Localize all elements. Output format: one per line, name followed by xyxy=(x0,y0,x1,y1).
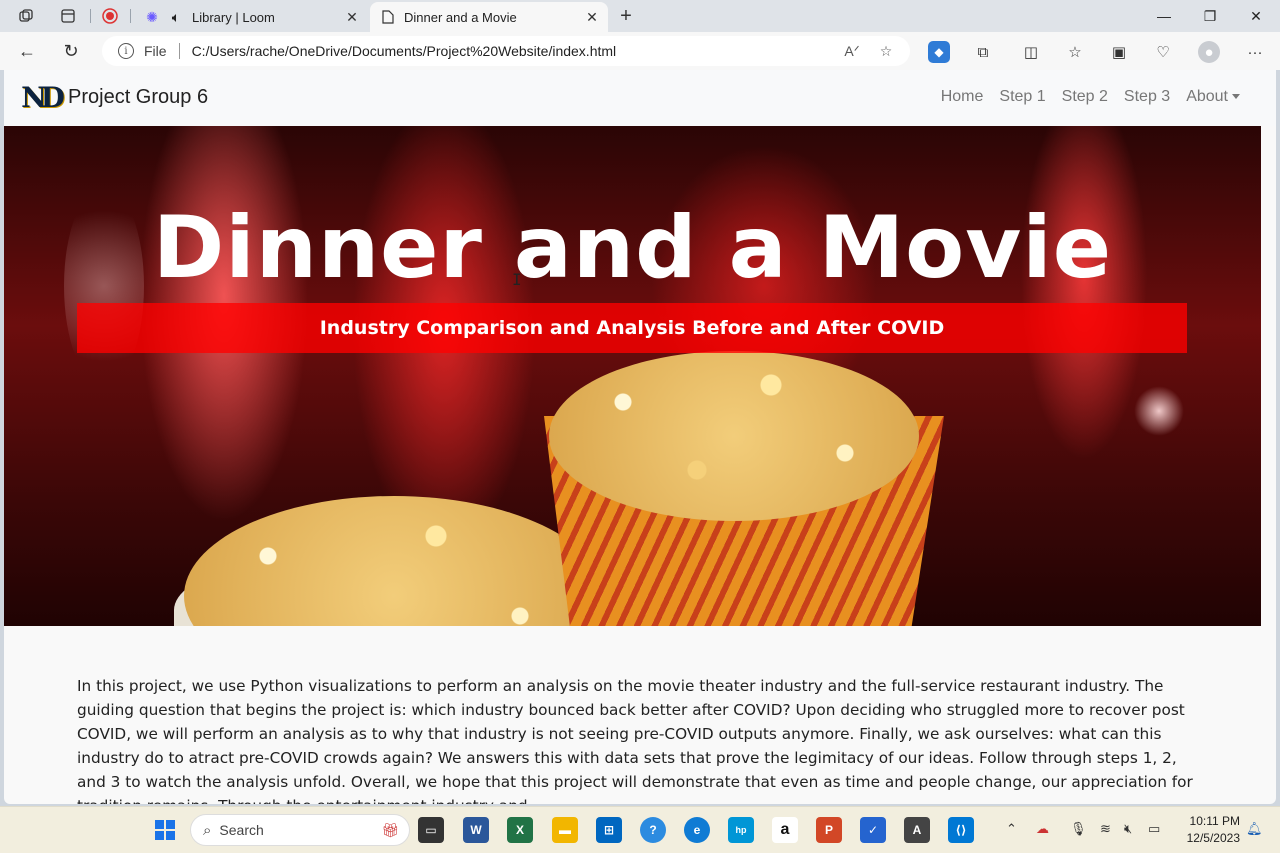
notification-bell-icon[interactable]: 🔔︎ xyxy=(1246,821,1263,837)
nav-step-2[interactable]: Step 2 xyxy=(1062,88,1108,106)
wifi-icon[interactable]: ≋ xyxy=(1100,821,1111,837)
tab-title: Dinner and a Movie xyxy=(404,9,517,25)
theater-light xyxy=(1134,386,1184,436)
page-icon xyxy=(380,9,396,25)
edge-icon[interactable]: e xyxy=(684,817,710,843)
vscode-icon[interactable]: ⟨⟩ xyxy=(948,817,974,843)
url-text[interactable]: C:/Users/rache/OneDrive/Documents/Projec… xyxy=(192,43,842,59)
clock-date: 12/5/2023 xyxy=(1186,831,1240,845)
hero-subtitle: Industry Comparison and Analysis Before … xyxy=(319,317,945,339)
myhp-icon[interactable]: hp xyxy=(728,817,754,843)
windows-taskbar: ⌕ Search 🎁︎ ▭ W X ▬ ⊞ ? e hp a P ✓ A ⟨⟩ … xyxy=(0,806,1280,853)
taskbar-search[interactable]: ⌕ Search 🎁︎ xyxy=(190,814,410,846)
caret-down-icon xyxy=(1232,94,1240,100)
collections-icon[interactable]: ▣ xyxy=(1108,41,1130,63)
new-tab-icon[interactable]: + xyxy=(616,5,636,27)
tab-strip: ✺ 🔈︎ Library | Loom ✕ Dinner and a Movie… xyxy=(0,0,1280,32)
help-icon[interactable]: ? xyxy=(640,817,666,843)
powerpoint-icon[interactable]: P xyxy=(816,817,842,843)
close-icon[interactable]: ✕ xyxy=(582,9,602,26)
page-viewport: ND Project Group 6 Home Step 1 Step 2 St… xyxy=(4,70,1276,804)
word-icon[interactable]: W xyxy=(463,817,489,843)
popcorn-image xyxy=(549,351,919,521)
loom-icon: ✺ xyxy=(146,8,158,25)
refresh-icon[interactable]: ↻ xyxy=(58,39,84,63)
site-navbar: ND Project Group 6 Home Step 1 Step 2 St… xyxy=(4,70,1276,126)
notre-dame-logo[interactable]: ND xyxy=(20,78,65,116)
extensions-icon[interactable]: ⧉ xyxy=(972,41,994,63)
workspaces-icon[interactable] xyxy=(16,6,36,26)
nav-step-3[interactable]: Step 3 xyxy=(1124,88,1170,106)
volume-muted-icon[interactable]: 🔇︎ xyxy=(1124,821,1132,837)
intro-paragraph: In this project, we use Python visualiza… xyxy=(77,677,1193,804)
browser-essentials-icon[interactable]: ♡ xyxy=(1152,41,1174,63)
read-aloud-icon[interactable]: Aᐟ xyxy=(842,43,862,60)
nav-step-1[interactable]: Step 1 xyxy=(999,88,1045,106)
minimize-icon[interactable]: — xyxy=(1144,4,1184,28)
info-icon[interactable]: i xyxy=(118,43,134,59)
window-close-icon[interactable]: ✕ xyxy=(1236,4,1276,28)
recording-icon[interactable] xyxy=(100,6,120,26)
chevron-up-icon[interactable]: ⌃ xyxy=(1006,821,1017,837)
search-label: Search xyxy=(219,822,264,838)
amazon-icon[interactable]: a xyxy=(772,817,798,843)
popcorn-image xyxy=(184,496,604,626)
excel-icon[interactable]: X xyxy=(507,817,533,843)
close-icon[interactable]: ✕ xyxy=(342,9,362,26)
tab-dinner-and-a-movie[interactable]: Dinner and a Movie ✕ xyxy=(370,2,608,32)
font-app-icon[interactable]: A xyxy=(904,817,930,843)
hero-title: Dinner and a Movie xyxy=(152,198,1113,298)
back-icon[interactable]: ← xyxy=(14,39,40,63)
todo-icon[interactable]: ✓ xyxy=(860,817,886,843)
favorites-icon[interactable]: ☆ xyxy=(1064,41,1086,63)
split-screen-icon[interactable]: ◫ xyxy=(1020,41,1042,63)
address-bar[interactable]: i File C:/Users/rache/OneDrive/Documents… xyxy=(102,36,910,66)
search-highlight-icon: 🎁︎ xyxy=(381,821,399,838)
nav-menu: Home Step 1 Step 2 Step 3 About xyxy=(941,88,1240,106)
hero-subtitle-band: Industry Comparison and Analysis Before … xyxy=(77,303,1187,353)
file-explorer-icon[interactable]: ▬ xyxy=(552,817,578,843)
more-menu-icon[interactable]: ··· xyxy=(1244,41,1266,63)
taskbar-clock[interactable]: 10:11 PM 12/5/2023 xyxy=(1178,813,1240,847)
start-icon[interactable] xyxy=(152,817,178,843)
extension-shield-icon[interactable]: ◆ xyxy=(928,41,950,63)
brand-title[interactable]: Project Group 6 xyxy=(68,86,208,109)
profile-avatar-icon[interactable]: ● xyxy=(1198,41,1220,63)
favorite-star-icon[interactable]: ☆ xyxy=(876,43,896,60)
tab-actions-icon[interactable] xyxy=(58,6,78,26)
search-icon: ⌕ xyxy=(203,821,212,839)
battery-icon[interactable]: ▭ xyxy=(1148,821,1160,837)
onedrive-icon[interactable]: ☁ xyxy=(1036,821,1049,837)
nav-about-label: About xyxy=(1186,88,1228,105)
microphone-icon[interactable]: 🎙︎ xyxy=(1070,821,1087,837)
scheme-label: File xyxy=(144,43,167,59)
hero-banner: Dinner and a Movie Industry Comparison a… xyxy=(4,126,1261,626)
speaker-icon[interactable]: 🔈︎ xyxy=(168,9,184,25)
tab-title: Library | Loom xyxy=(192,9,275,25)
tab-loom[interactable]: ✺ 🔈︎ Library | Loom ✕ xyxy=(134,2,368,32)
nav-about-dropdown[interactable]: About xyxy=(1186,88,1240,106)
restore-icon[interactable]: ❐ xyxy=(1190,4,1230,28)
task-view-icon[interactable]: ▭ xyxy=(418,817,444,843)
text-cursor-icon: I xyxy=(512,270,522,289)
clock-time: 10:11 PM xyxy=(1189,814,1240,828)
nav-home[interactable]: Home xyxy=(941,88,984,106)
browser-toolbar: ← ↻ i File C:/Users/rache/OneDrive/Docum… xyxy=(0,32,1280,70)
store-icon[interactable]: ⊞ xyxy=(596,817,622,843)
